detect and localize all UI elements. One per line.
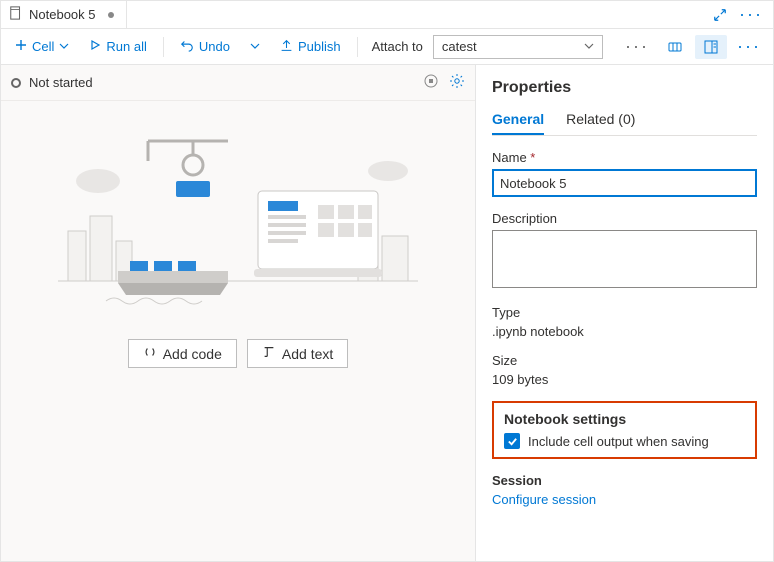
- notebook-settings: Notebook settings Include cell output wh…: [492, 401, 757, 459]
- more-icon[interactable]: ···: [739, 4, 763, 25]
- attach-to-label: Attach to: [366, 39, 429, 54]
- name-label: Name: [492, 150, 757, 165]
- play-icon: [89, 39, 101, 54]
- undo-icon: [180, 38, 194, 55]
- tab-bar: Notebook 5 ···: [1, 1, 773, 29]
- add-code-button[interactable]: Add code: [128, 339, 237, 368]
- include-output-checkbox[interactable]: [504, 433, 520, 449]
- expand-icon[interactable]: [713, 8, 727, 22]
- variables-button[interactable]: [659, 35, 691, 59]
- notebook-tab[interactable]: Notebook 5: [1, 1, 127, 28]
- publish-icon: [280, 39, 293, 55]
- status-row: Not started: [1, 65, 475, 101]
- chevron-down-icon: [59, 39, 69, 54]
- editor-pane: Not started: [1, 65, 475, 561]
- code-icon: [143, 345, 157, 362]
- text-icon: [262, 345, 276, 362]
- settings-title: Notebook settings: [504, 411, 745, 427]
- empty-illustration: [58, 121, 418, 321]
- properties-heading: Properties: [492, 79, 757, 97]
- session-label: Session: [492, 473, 757, 488]
- undo-label: Undo: [199, 39, 230, 54]
- add-text-label: Add text: [282, 346, 333, 362]
- properties-button[interactable]: [695, 35, 727, 59]
- unsaved-indicator-icon: [108, 12, 114, 18]
- run-all-label: Run all: [106, 39, 146, 54]
- tab-title: Notebook 5: [29, 7, 96, 22]
- size-value: 109 bytes: [492, 372, 757, 387]
- gear-icon[interactable]: [449, 73, 465, 92]
- add-code-label: Add code: [163, 346, 222, 362]
- cell-label: Cell: [32, 39, 54, 54]
- plus-icon: [15, 39, 27, 54]
- name-input[interactable]: [492, 169, 757, 197]
- attach-to-select[interactable]: catest: [433, 35, 603, 59]
- toolbar: Cell Run all Undo Publish Attach to cate…: [1, 29, 773, 65]
- add-text-button[interactable]: Add text: [247, 339, 348, 368]
- publish-button[interactable]: Publish: [272, 35, 349, 59]
- size-label: Size: [492, 353, 757, 368]
- include-output-label: Include cell output when saving: [528, 434, 709, 449]
- cell-button[interactable]: Cell: [7, 35, 77, 58]
- description-label: Description: [492, 211, 757, 226]
- chevron-down-icon: [250, 39, 260, 54]
- properties-pane: Properties General Related (0) Name Desc…: [475, 65, 773, 561]
- undo-dropdown[interactable]: [242, 35, 268, 58]
- description-input[interactable]: [492, 230, 757, 288]
- undo-button[interactable]: Undo: [172, 34, 238, 59]
- notebook-icon: [9, 6, 23, 23]
- toolbar-more2-icon[interactable]: ···: [731, 36, 767, 57]
- type-label: Type: [492, 305, 757, 320]
- type-value: .ipynb notebook: [492, 324, 757, 339]
- run-all-button[interactable]: Run all: [81, 35, 154, 58]
- status-text: Not started: [29, 75, 93, 90]
- tab-related[interactable]: Related (0): [566, 111, 635, 135]
- stop-icon[interactable]: [423, 73, 439, 92]
- tab-general[interactable]: General: [492, 111, 544, 135]
- attach-value: catest: [442, 39, 477, 54]
- status-indicator-icon: [11, 78, 21, 88]
- toolbar-more-icon[interactable]: ···: [619, 36, 655, 57]
- chevron-down-icon: [584, 39, 594, 54]
- configure-session-link[interactable]: Configure session: [492, 492, 757, 507]
- publish-label: Publish: [298, 39, 341, 54]
